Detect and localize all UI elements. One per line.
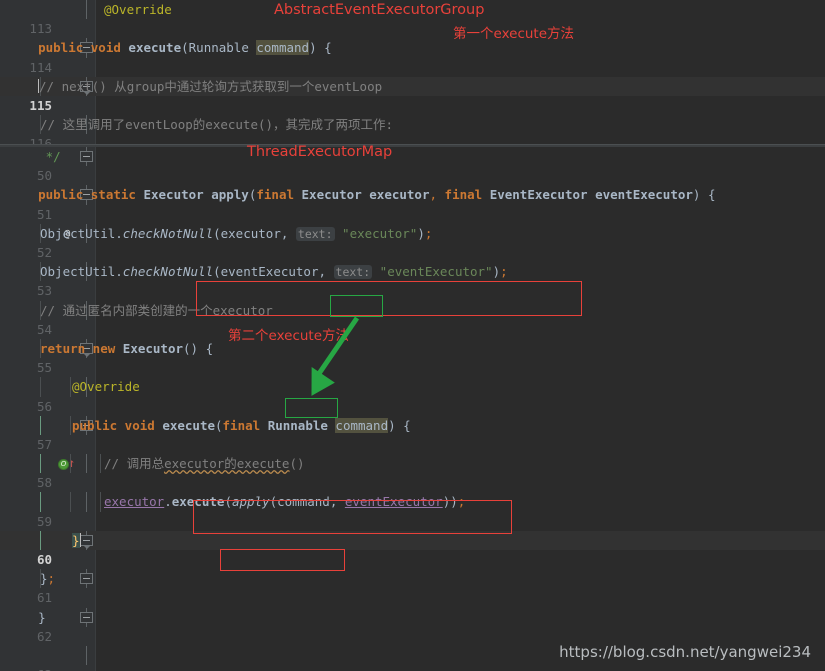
line-number: 59 bbox=[36, 513, 52, 529]
code-text: @Override bbox=[72, 379, 140, 395]
line-number: 55 bbox=[36, 360, 52, 376]
fold-column[interactable] bbox=[78, 147, 96, 167]
annotation-redbox-command-run bbox=[220, 549, 345, 571]
fold-column[interactable] bbox=[78, 454, 96, 474]
code-line-58[interactable]: 58 // 调用总executor的execute() bbox=[0, 454, 825, 490]
annotation-greenbox-apply-decl bbox=[285, 398, 338, 418]
code-text: public void execute(final Runnable comma… bbox=[72, 417, 411, 433]
code-line-51[interactable]: 51 @ public static Executor apply(final … bbox=[0, 185, 825, 240]
line-number: 54 bbox=[36, 321, 52, 337]
code-line-62[interactable]: 62 } bbox=[0, 607, 825, 644]
line-number: 58 bbox=[36, 475, 52, 491]
code-text: ObjectUtil.checkNotNull(eventExecutor, t… bbox=[40, 264, 508, 280]
line-number: 113 bbox=[29, 21, 52, 37]
line-number: 57 bbox=[36, 436, 52, 452]
line-number: 114 bbox=[29, 59, 52, 75]
annotation-label-second-execute: 第二个execute方法 bbox=[228, 328, 350, 344]
annotation-redbox-execute-body bbox=[196, 281, 582, 316]
code-line-114[interactable]: 114 O↑ public void execute(Runnable comm… bbox=[0, 38, 825, 93]
indent-guide-active bbox=[40, 492, 41, 512]
indent-guide bbox=[70, 454, 71, 474]
code-text: ObjectUtil.checkNotNull(executor, text: … bbox=[40, 225, 433, 241]
code-line-115[interactable]: 115 // next() 从group中通过轮询方式获取到一个eventLoo… bbox=[0, 76, 825, 113]
line-number: 62 bbox=[36, 628, 52, 644]
line-number: 52 bbox=[36, 244, 52, 260]
code-line-61[interactable]: 61 }; bbox=[0, 569, 825, 605]
fold-column[interactable] bbox=[78, 0, 96, 20]
code-text: public void execute(Runnable command) { bbox=[8, 40, 332, 56]
annotation-label-first-execute: 第一个execute方法 bbox=[453, 26, 575, 42]
indent-guide bbox=[40, 377, 41, 397]
line-number: 53 bbox=[36, 283, 52, 299]
indent-guide bbox=[70, 377, 71, 397]
code-text: } bbox=[8, 609, 46, 625]
line-number: 115 bbox=[29, 97, 52, 113]
line-number: 116 bbox=[29, 136, 52, 144]
code-line-57[interactable]: 57 O ↑ public void execute(final Runnable… bbox=[0, 415, 825, 471]
code-text: // 调用总executor的execute() bbox=[104, 456, 305, 472]
annotation-greenbox-apply-call bbox=[330, 295, 383, 317]
code-line-55[interactable]: 55 return new Executor() { bbox=[0, 338, 825, 375]
line-number: 56 bbox=[36, 398, 52, 414]
indent-guide bbox=[100, 492, 101, 512]
indent-guide-active bbox=[40, 454, 41, 474]
annotation-class-abstracteventexecutorgroup: AbstractEventExecutorGroup bbox=[274, 2, 485, 18]
code-text: }; bbox=[40, 571, 56, 587]
line-number: 63 bbox=[0, 665, 52, 671]
code-text: } bbox=[72, 532, 81, 548]
code-line-52[interactable]: 52 ObjectUtil.checkNotNull(executor, tex… bbox=[0, 223, 825, 260]
top-panel: 113 @Override 114 O↑ public void execute… bbox=[0, 0, 825, 144]
code-line-56[interactable]: 56 @Override bbox=[0, 377, 825, 414]
code-text: public static Executor apply(final Execu… bbox=[8, 187, 716, 203]
indent-guide bbox=[70, 492, 71, 512]
code-text: // 这里调用了eventLoop的execute()，其完成了两项工作: bbox=[40, 117, 394, 133]
watermark-url: https://blog.csdn.net/yangwei234 bbox=[559, 643, 811, 661]
code-line-53[interactable]: 53 ObjectUtil.checkNotNull(eventExecutor… bbox=[0, 262, 825, 298]
code-line-116[interactable]: 116 // 这里调用了eventLoop的execute()，其完成了两项工作… bbox=[0, 115, 825, 144]
param-hint: text: bbox=[333, 265, 373, 280]
indent-guide-active bbox=[40, 415, 41, 435]
indent-guide-active bbox=[40, 530, 41, 551]
code-text: return new Executor() { bbox=[40, 340, 214, 356]
code-text: @Override bbox=[104, 2, 172, 17]
line-number: 51 bbox=[36, 206, 52, 222]
annotation-redbox-thread-isolation bbox=[193, 500, 512, 534]
fold-column[interactable] bbox=[78, 607, 96, 627]
line-number: 60 bbox=[36, 552, 52, 568]
fold-column[interactable] bbox=[78, 569, 96, 589]
fold-column[interactable] bbox=[78, 646, 96, 666]
indent-guide bbox=[70, 415, 71, 435]
line-number: 50 bbox=[36, 168, 52, 184]
annotation-class-threadexecutormap: ThreadExecutorMap bbox=[247, 144, 393, 160]
code-text: */ bbox=[8, 149, 61, 164]
indent-guide bbox=[100, 454, 101, 474]
fold-column[interactable] bbox=[78, 530, 96, 551]
code-line-50[interactable]: 50 */ bbox=[0, 147, 825, 183]
code-editor-screenshot: 113 @Override 114 O↑ public void execute… bbox=[0, 0, 825, 671]
fold-column[interactable] bbox=[78, 492, 96, 512]
line-number: 61 bbox=[36, 590, 52, 606]
bottom-panel: 50 */ 51 @ public static Executor apply(… bbox=[0, 147, 825, 671]
code-text: // next() 从group中通过轮询方式获取到一个eventLoop bbox=[38, 78, 383, 94]
param-hint: text: bbox=[295, 226, 335, 241]
